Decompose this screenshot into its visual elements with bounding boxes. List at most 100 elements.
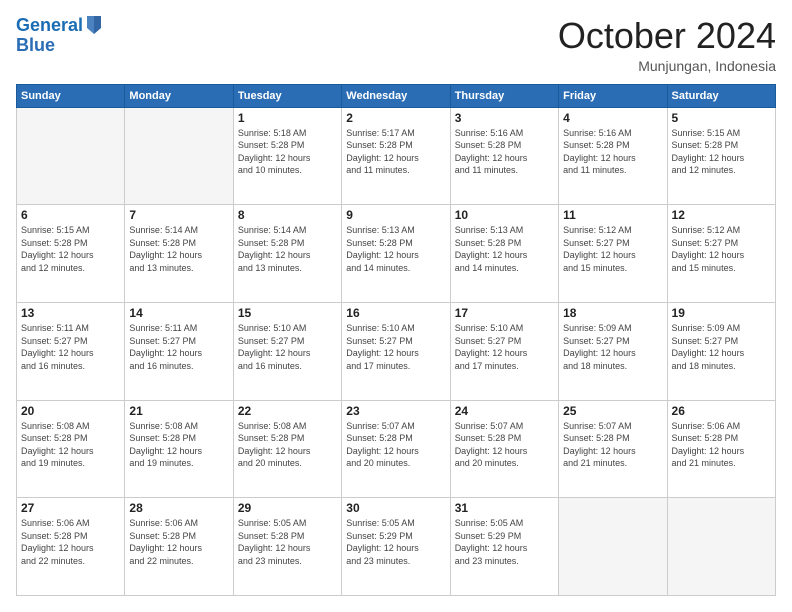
calendar-cell: 25 Sunrise: 5:07 AM Sunset: 5:28 PM Dayli… [559, 400, 667, 498]
day-info: Sunrise: 5:11 AM Sunset: 5:27 PM Dayligh… [129, 322, 228, 372]
day-number: 5 [672, 111, 771, 125]
day-number: 12 [672, 208, 771, 222]
day-info: Sunrise: 5:16 AM Sunset: 5:28 PM Dayligh… [455, 127, 554, 177]
day-number: 16 [346, 306, 445, 320]
page: General Blue October 2024 Munjungan, Ind… [0, 0, 792, 612]
day-number: 13 [21, 306, 120, 320]
day-number: 25 [563, 404, 662, 418]
calendar-cell: 6Sunrise: 5:15 AM Sunset: 5:28 PM Daylig… [17, 205, 125, 303]
calendar-week-5: 27Sunrise: 5:06 AM Sunset: 5:28 PM Dayli… [17, 498, 776, 596]
day-number: 3 [455, 111, 554, 125]
day-info: Sunrise: 5:08 AM Sunset: 5:28 PM Dayligh… [238, 420, 337, 470]
col-sunday: Sunday [17, 84, 125, 107]
day-number: 15 [238, 306, 337, 320]
calendar-cell: 22Sunrise: 5:08 AM Sunset: 5:28 PM Dayli… [233, 400, 341, 498]
calendar-cell [559, 498, 667, 596]
logo-text: General [16, 16, 83, 36]
day-info: Sunrise: 5:17 AM Sunset: 5:28 PM Dayligh… [346, 127, 445, 177]
calendar-week-2: 6Sunrise: 5:15 AM Sunset: 5:28 PM Daylig… [17, 205, 776, 303]
day-number: 17 [455, 306, 554, 320]
day-info: Sunrise: 5:10 AM Sunset: 5:27 PM Dayligh… [455, 322, 554, 372]
day-number: 27 [21, 501, 120, 515]
day-info: Sunrise: 5:05 AM Sunset: 5:29 PM Dayligh… [346, 517, 445, 567]
day-number: 14 [129, 306, 228, 320]
day-number: 6 [21, 208, 120, 222]
month-title: October 2024 [558, 16, 776, 56]
calendar-cell: 18 Sunrise: 5:09 AM Sunset: 5:27 PM Dayli… [559, 302, 667, 400]
calendar-week-3: 13 Sunrise: 5:11 AM Sunset: 5:27 PM Dayli… [17, 302, 776, 400]
day-info: Sunrise: 5:10 AM Sunset: 5:27 PM Dayligh… [346, 322, 445, 372]
day-info: Sunrise: 5:14 AM Sunset: 5:28 PM Dayligh… [129, 224, 228, 274]
day-info: Sunrise: 5:07 AM Sunset: 5:28 PM Dayligh… [563, 420, 662, 470]
calendar-cell [667, 498, 775, 596]
day-info: Sunrise: 5:10 AM Sunset: 5:27 PM Dayligh… [238, 322, 337, 372]
calendar-cell: 3 Sunrise: 5:16 AM Sunset: 5:28 PM Daylig… [450, 107, 558, 205]
day-number: 9 [346, 208, 445, 222]
calendar-cell [17, 107, 125, 205]
day-number: 31 [455, 501, 554, 515]
calendar-cell: 26Sunrise: 5:06 AM Sunset: 5:28 PM Dayli… [667, 400, 775, 498]
col-saturday: Saturday [667, 84, 775, 107]
day-info: Sunrise: 5:16 AM Sunset: 5:28 PM Dayligh… [563, 127, 662, 177]
calendar-cell: 17 Sunrise: 5:10 AM Sunset: 5:27 PM Dayli… [450, 302, 558, 400]
col-thursday: Thursday [450, 84, 558, 107]
calendar-cell: 5 Sunrise: 5:15 AM Sunset: 5:28 PM Daylig… [667, 107, 775, 205]
day-info: Sunrise: 5:05 AM Sunset: 5:29 PM Dayligh… [455, 517, 554, 567]
calendar-cell: 9 Sunrise: 5:13 AM Sunset: 5:28 PM Daylig… [342, 205, 450, 303]
calendar-cell: 14 Sunrise: 5:11 AM Sunset: 5:27 PM Dayli… [125, 302, 233, 400]
col-monday: Monday [125, 84, 233, 107]
day-info: Sunrise: 5:08 AM Sunset: 5:28 PM Dayligh… [129, 420, 228, 470]
day-info: Sunrise: 5:09 AM Sunset: 5:27 PM Dayligh… [563, 322, 662, 372]
day-info: Sunrise: 5:13 AM Sunset: 5:28 PM Dayligh… [455, 224, 554, 274]
day-number: 2 [346, 111, 445, 125]
day-number: 7 [129, 208, 228, 222]
calendar-cell: 29Sunrise: 5:05 AM Sunset: 5:28 PM Dayli… [233, 498, 341, 596]
day-info: Sunrise: 5:18 AM Sunset: 5:28 PM Dayligh… [238, 127, 337, 177]
calendar-cell: 24 Sunrise: 5:07 AM Sunset: 5:28 PM Dayli… [450, 400, 558, 498]
day-number: 11 [563, 208, 662, 222]
col-tuesday: Tuesday [233, 84, 341, 107]
day-info: Sunrise: 5:12 AM Sunset: 5:27 PM Dayligh… [563, 224, 662, 274]
calendar-cell: 31 Sunrise: 5:05 AM Sunset: 5:29 PM Dayli… [450, 498, 558, 596]
logo-icon [85, 14, 103, 36]
calendar-cell: 1 Sunrise: 5:18 AM Sunset: 5:28 PM Daylig… [233, 107, 341, 205]
calendar-cell: 4Sunrise: 5:16 AM Sunset: 5:28 PM Daylig… [559, 107, 667, 205]
day-number: 30 [346, 501, 445, 515]
calendar-table: Sunday Monday Tuesday Wednesday Thursday… [16, 84, 776, 596]
calendar-cell: 8 Sunrise: 5:14 AM Sunset: 5:28 PM Daylig… [233, 205, 341, 303]
col-friday: Friday [559, 84, 667, 107]
col-wednesday: Wednesday [342, 84, 450, 107]
calendar-week-1: 1 Sunrise: 5:18 AM Sunset: 5:28 PM Daylig… [17, 107, 776, 205]
day-info: Sunrise: 5:14 AM Sunset: 5:28 PM Dayligh… [238, 224, 337, 274]
day-number: 24 [455, 404, 554, 418]
day-number: 26 [672, 404, 771, 418]
day-number: 10 [455, 208, 554, 222]
day-info: Sunrise: 5:09 AM Sunset: 5:27 PM Dayligh… [672, 322, 771, 372]
location-subtitle: Munjungan, Indonesia [558, 58, 776, 74]
day-info: Sunrise: 5:05 AM Sunset: 5:28 PM Dayligh… [238, 517, 337, 567]
calendar-cell: 27Sunrise: 5:06 AM Sunset: 5:28 PM Dayli… [17, 498, 125, 596]
calendar-cell: 11 Sunrise: 5:12 AM Sunset: 5:27 PM Dayli… [559, 205, 667, 303]
day-number: 21 [129, 404, 228, 418]
header: General Blue October 2024 Munjungan, Ind… [16, 16, 776, 74]
day-number: 1 [238, 111, 337, 125]
day-info: Sunrise: 5:13 AM Sunset: 5:28 PM Dayligh… [346, 224, 445, 274]
day-number: 20 [21, 404, 120, 418]
calendar-cell: 13Sunrise: 5:11 AM Sunset: 5:27 PM Dayli… [17, 302, 125, 400]
calendar-cell: 23Sunrise: 5:07 AM Sunset: 5:28 PM Dayli… [342, 400, 450, 498]
day-info: Sunrise: 5:07 AM Sunset: 5:28 PM Dayligh… [455, 420, 554, 470]
calendar-cell: 16 Sunrise: 5:10 AM Sunset: 5:27 PM Dayli… [342, 302, 450, 400]
day-info: Sunrise: 5:15 AM Sunset: 5:28 PM Dayligh… [672, 127, 771, 177]
calendar-cell: 12Sunrise: 5:12 AM Sunset: 5:27 PM Dayli… [667, 205, 775, 303]
day-number: 18 [563, 306, 662, 320]
day-number: 23 [346, 404, 445, 418]
calendar-week-4: 20 Sunrise: 5:08 AM Sunset: 5:28 PM Dayli… [17, 400, 776, 498]
calendar-cell: 7 Sunrise: 5:14 AM Sunset: 5:28 PM Daylig… [125, 205, 233, 303]
logo: General Blue [16, 16, 103, 56]
calendar-cell: 30 Sunrise: 5:05 AM Sunset: 5:29 PM Dayli… [342, 498, 450, 596]
calendar-cell: 2 Sunrise: 5:17 AM Sunset: 5:28 PM Daylig… [342, 107, 450, 205]
calendar-cell: 15 Sunrise: 5:10 AM Sunset: 5:27 PM Dayli… [233, 302, 341, 400]
day-number: 8 [238, 208, 337, 222]
day-number: 19 [672, 306, 771, 320]
logo-line1: General [16, 15, 83, 35]
